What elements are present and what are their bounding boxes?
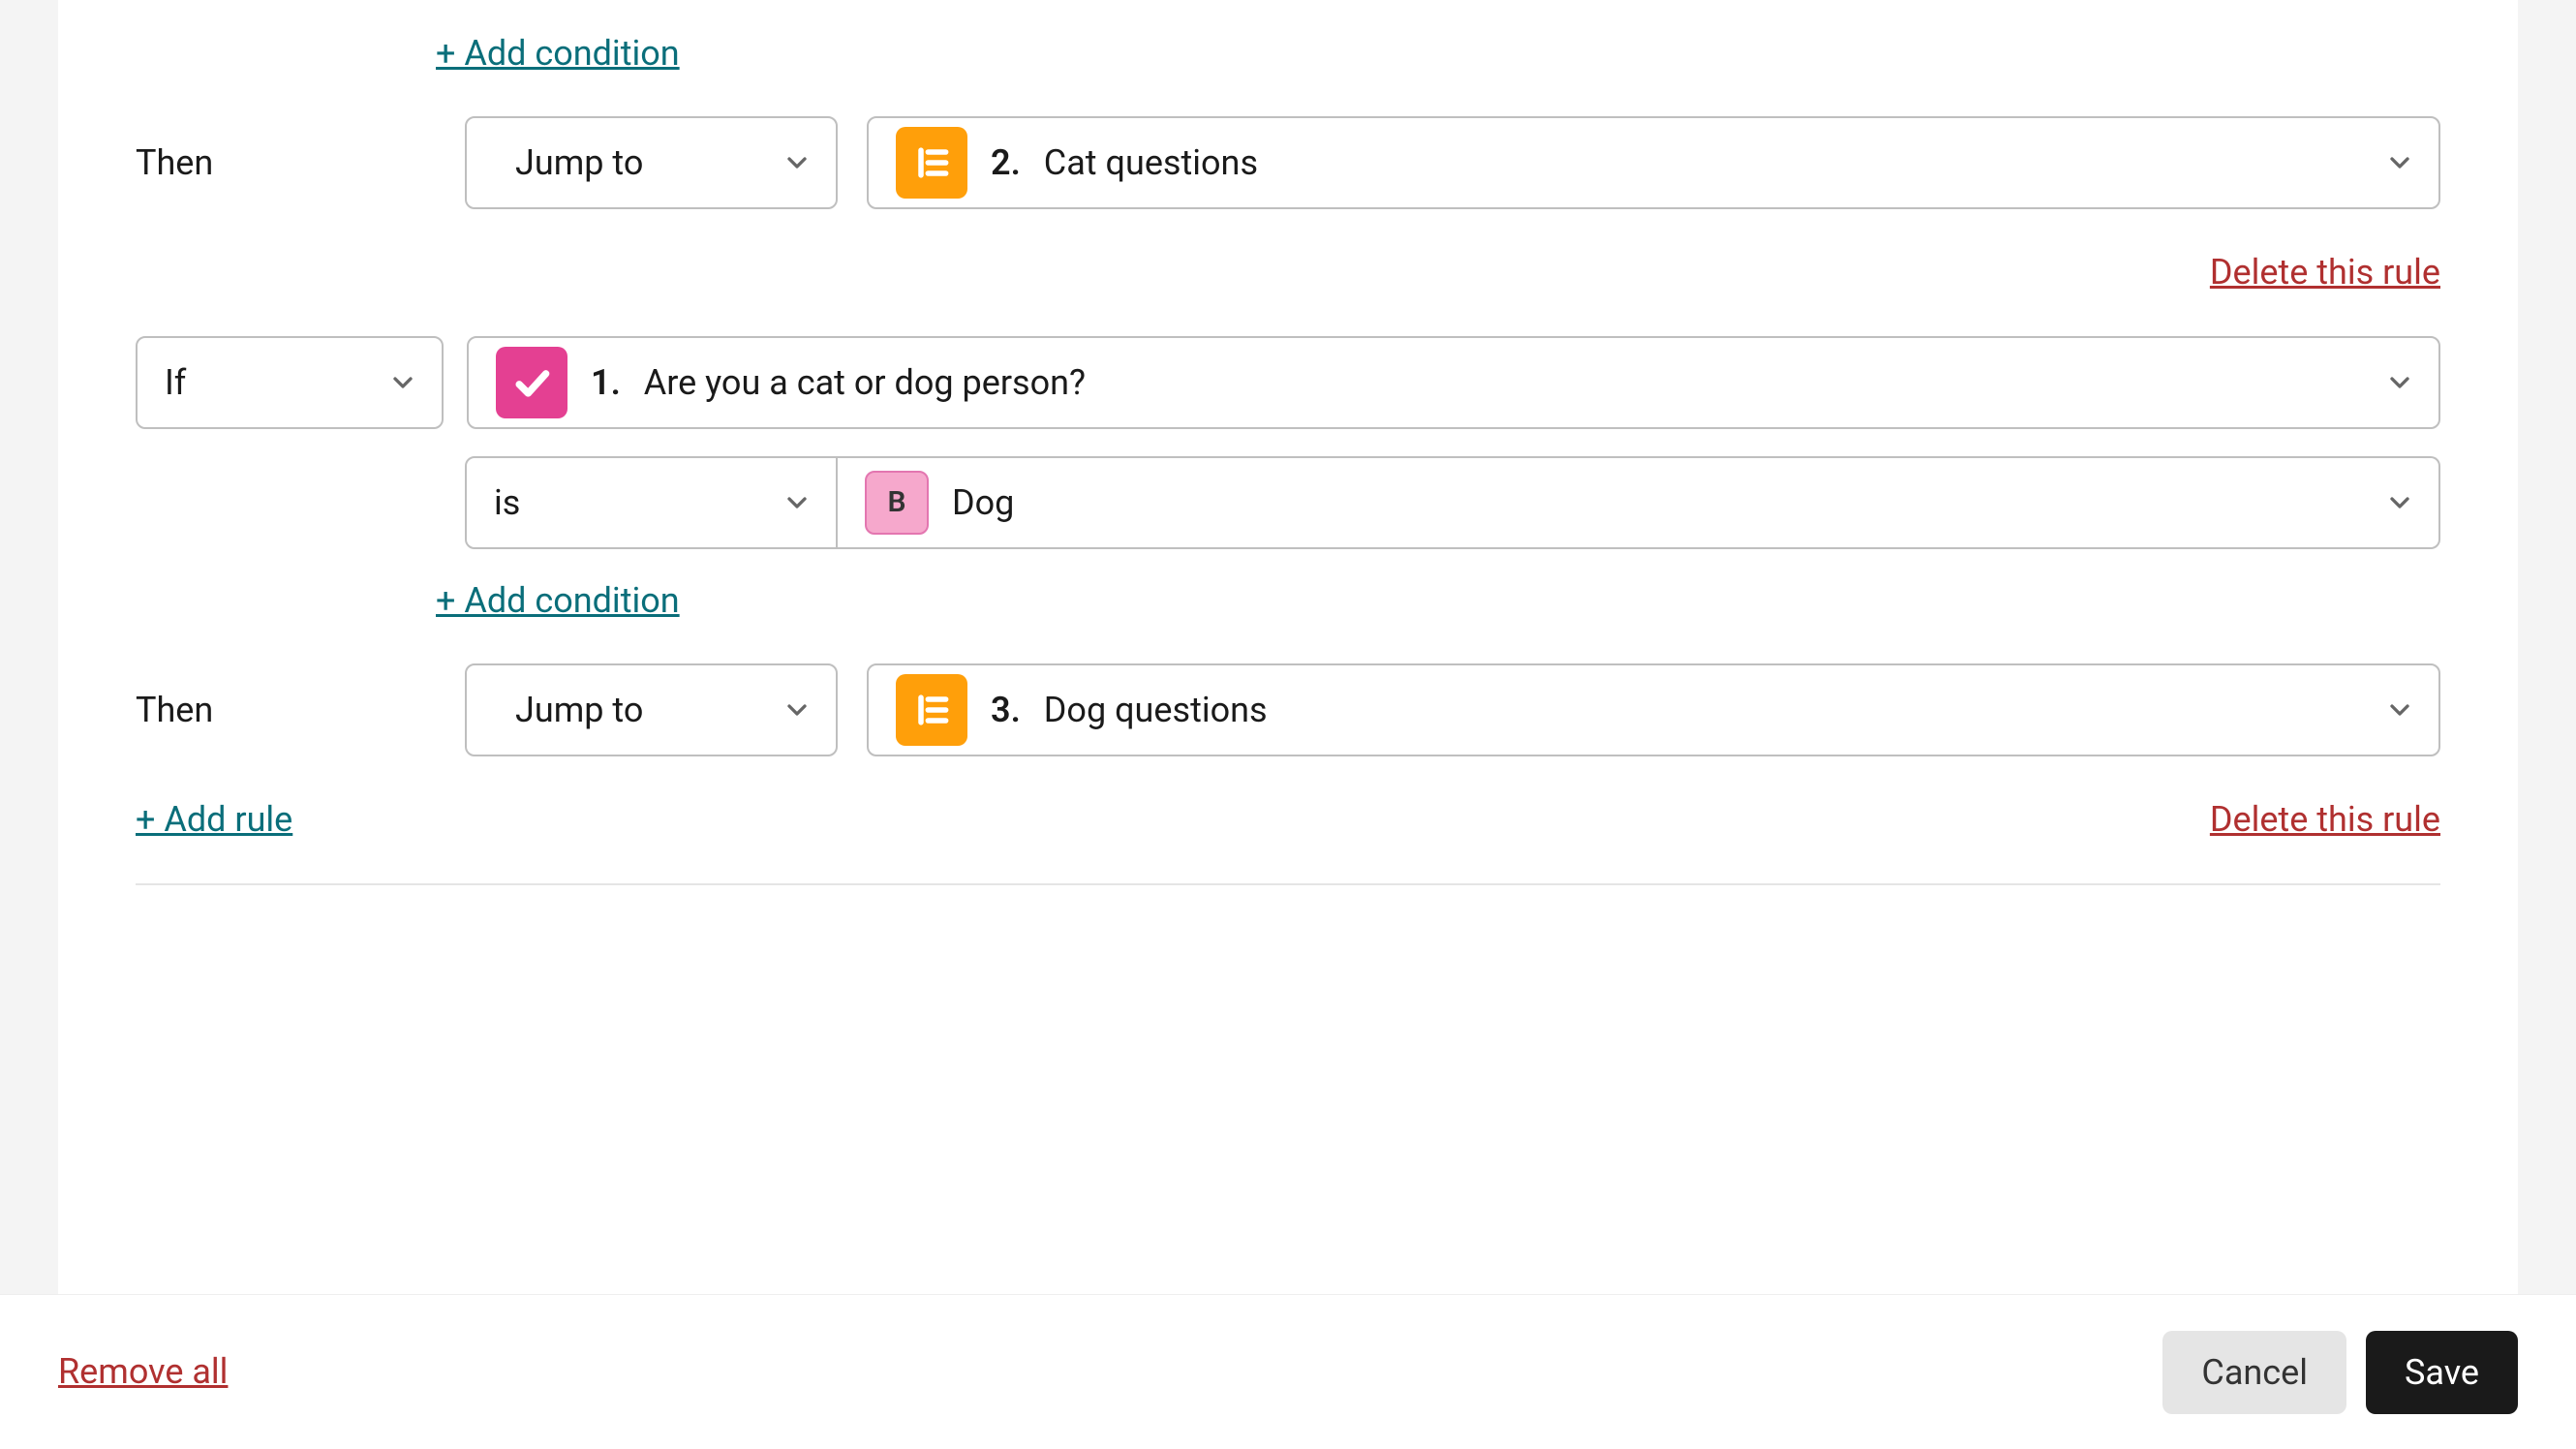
delete-rule-link[interactable]: Delete this rule bbox=[2210, 248, 2440, 296]
target-select[interactable]: 3. Dog questions bbox=[867, 663, 2440, 756]
chevron-down-icon bbox=[2384, 367, 2415, 398]
rule-1-partial: + Add condition Then Jump to 2. bbox=[136, 29, 2440, 297]
footer-bar: Remove all Cancel Save bbox=[0, 1294, 2576, 1449]
section-icon bbox=[896, 127, 967, 199]
then-row: Then Jump to 3. Dog questions bbox=[136, 663, 2440, 756]
add-rule-link[interactable]: + Add rule bbox=[136, 795, 292, 844]
then-label: Then bbox=[136, 139, 436, 187]
answer-key-chip: B bbox=[865, 471, 929, 535]
add-condition-link[interactable]: + Add condition bbox=[436, 29, 680, 77]
chevron-down-icon bbox=[2384, 147, 2415, 178]
check-icon bbox=[496, 347, 567, 418]
rule-2: If 1. Are you a cat or dog person? bbox=[136, 336, 2440, 885]
operator-value: is bbox=[494, 478, 766, 527]
rules-editor: + Add condition Then Jump to 2. bbox=[58, 0, 2518, 1449]
chevron-down-icon bbox=[387, 367, 418, 398]
chevron-down-icon bbox=[2384, 694, 2415, 725]
target-select[interactable]: 2. Cat questions bbox=[867, 116, 2440, 209]
action-select[interactable]: Jump to bbox=[465, 116, 838, 209]
then-row: Then Jump to 2. Cat questions bbox=[136, 116, 2440, 209]
answer-label: Dog bbox=[952, 478, 1014, 527]
delete-rule-link[interactable]: Delete this rule bbox=[2210, 795, 2440, 844]
divider bbox=[136, 883, 2440, 885]
question-select[interactable]: 1. Are you a cat or dog person? bbox=[467, 336, 2440, 429]
chevron-down-icon bbox=[782, 487, 813, 518]
target-number: 3. bbox=[991, 686, 1021, 734]
question-label: Are you a cat or dog person? bbox=[644, 358, 1086, 407]
chevron-down-icon bbox=[782, 694, 813, 725]
target-label: Dog questions bbox=[1044, 686, 1268, 734]
if-row: If 1. Are you a cat or dog person? bbox=[136, 336, 2440, 429]
chevron-down-icon bbox=[2384, 487, 2415, 518]
add-condition-link[interactable]: + Add condition bbox=[436, 576, 680, 625]
remove-all-link[interactable]: Remove all bbox=[58, 1347, 228, 1396]
answer-select[interactable]: B Dog bbox=[838, 456, 2440, 549]
then-label: Then bbox=[136, 686, 436, 734]
target-number: 2. bbox=[991, 139, 1021, 187]
condition-row: is B Dog bbox=[136, 456, 2440, 549]
chevron-down-icon bbox=[782, 147, 813, 178]
conjunction-value: If bbox=[165, 358, 372, 407]
action-value: Jump to bbox=[515, 139, 766, 187]
conjunction-select[interactable]: If bbox=[136, 336, 444, 429]
target-label: Cat questions bbox=[1044, 139, 1258, 187]
operator-select[interactable]: is bbox=[465, 456, 838, 549]
section-icon bbox=[896, 674, 967, 746]
question-number: 1. bbox=[591, 358, 621, 407]
cancel-button[interactable]: Cancel bbox=[2162, 1331, 2346, 1414]
action-select[interactable]: Jump to bbox=[465, 663, 838, 756]
save-button[interactable]: Save bbox=[2366, 1331, 2518, 1414]
action-value: Jump to bbox=[515, 686, 766, 734]
